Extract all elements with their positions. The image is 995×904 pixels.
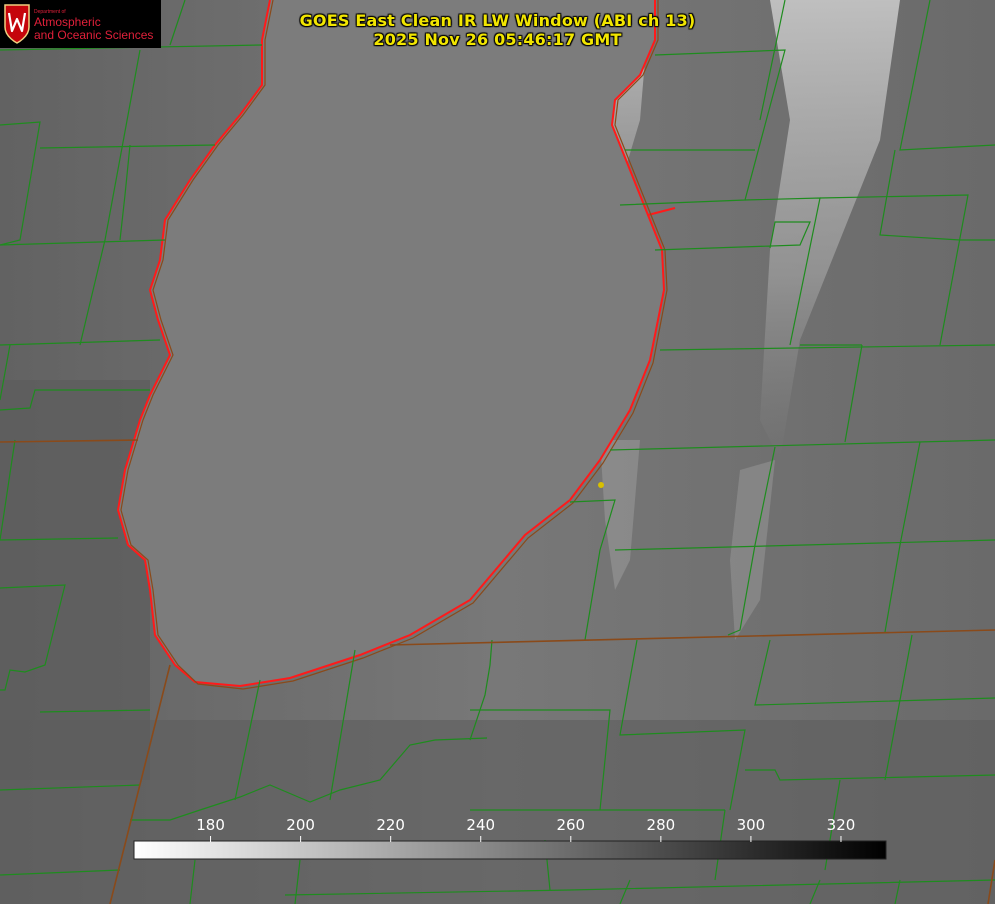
colorbar-tick-label: 280 [646,816,676,834]
image-timestamp: 2025 Nov 26 05:46:17 GMT [373,30,622,49]
image-title: GOES East Clean IR LW Window (ABI ch 13) [299,11,696,30]
location-marker [598,482,604,488]
colorbar-tick-label: 300 [736,816,766,834]
colorbar-tick-label: 240 [466,816,496,834]
colorbar-gradient [133,840,887,860]
colorbar-tick-label: 260 [556,816,586,834]
colorbar-tick-label: 320 [826,816,856,834]
satellite-map [0,0,995,904]
colorbar-tick-label: 180 [196,816,225,834]
colorbar-tick-label: 220 [376,816,405,834]
colorbar-tick-label: 200 [286,816,315,834]
